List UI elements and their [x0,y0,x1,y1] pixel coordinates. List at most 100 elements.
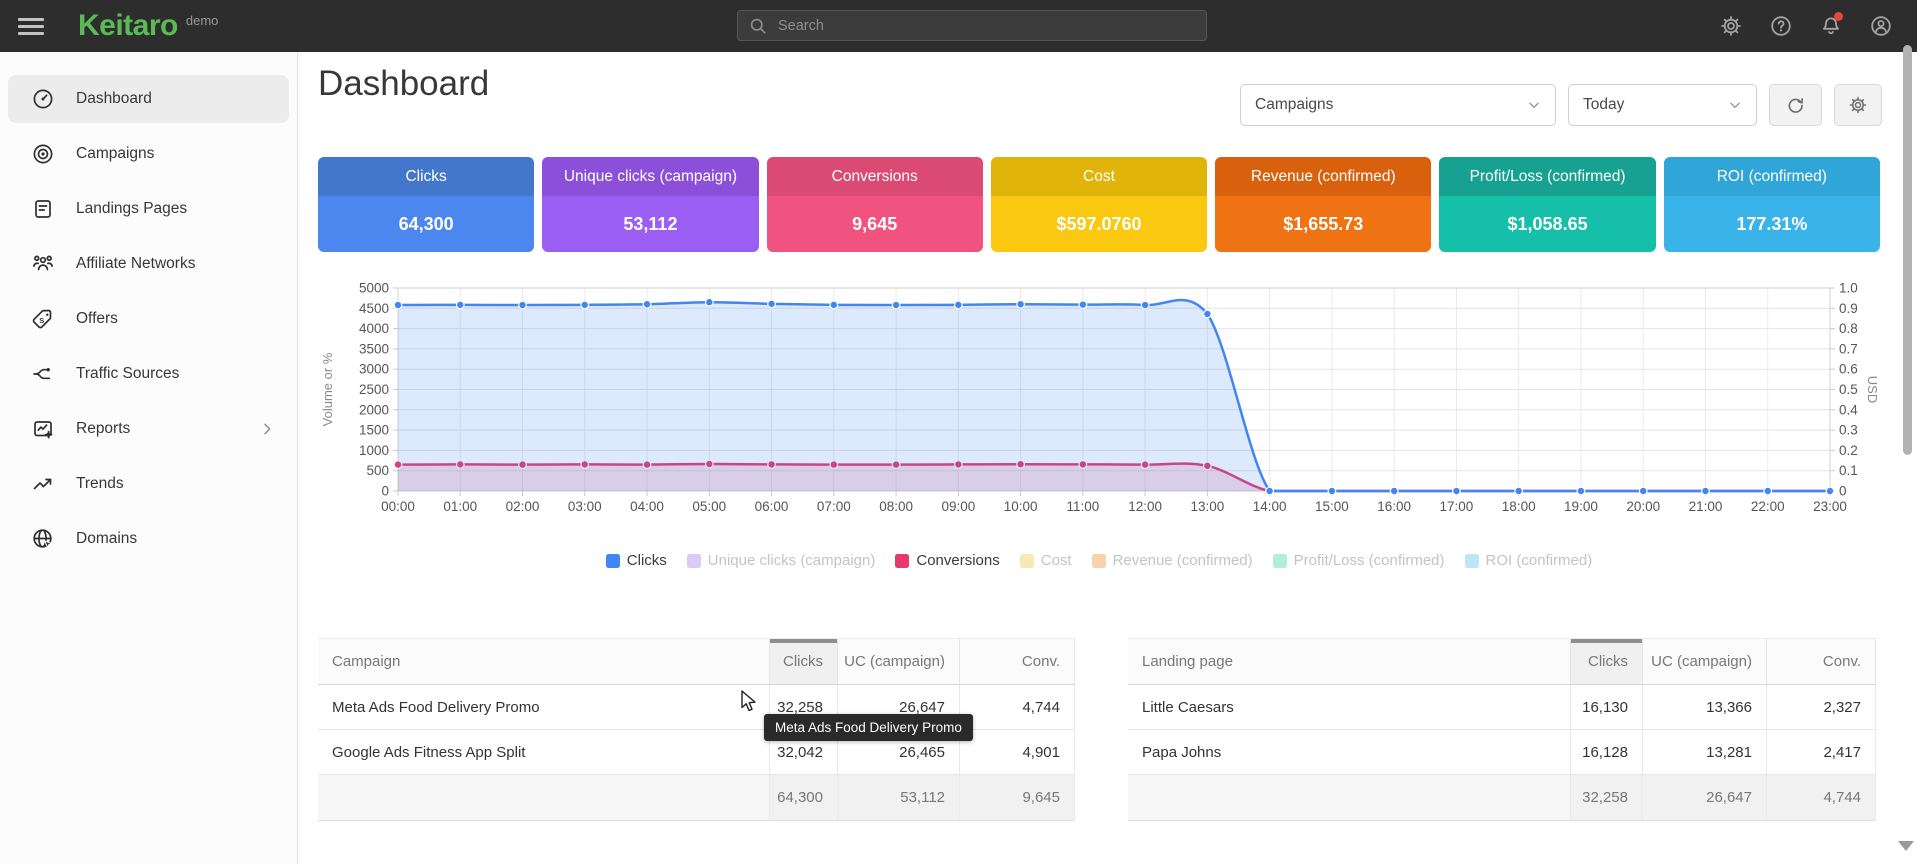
search-input[interactable] [778,18,1196,34]
user-avatar-icon[interactable] [1869,14,1893,38]
column-header-clicks[interactable]: Clicks [770,639,838,685]
totals-cell: 64,300 [770,775,838,821]
stat-card-label: Profit/Loss (confirmed) [1439,157,1655,196]
svg-text:0.6: 0.6 [1839,362,1858,377]
svg-text:1500: 1500 [359,423,389,438]
legend-label: Cost [1041,552,1072,569]
totals-cell: 9,645 [960,775,1075,821]
column-header-conv[interactable]: Conv. [1767,639,1876,685]
help-icon[interactable] [1769,14,1793,38]
legend-item-cost[interactable]: Cost [1020,552,1072,569]
global-search[interactable] [737,10,1207,41]
offers-icon: S [31,307,55,331]
table-row[interactable]: Little Caesars16,13013,3662,327 [1128,685,1876,730]
svg-text:0.5: 0.5 [1839,382,1858,397]
svg-text:USD: USD [1865,376,1880,403]
stat-card-revenue-confirmed[interactable]: Revenue (confirmed)$1,655.73 [1215,157,1431,252]
sidebar-item-landings-pages[interactable]: Landings Pages [8,185,289,233]
stat-card-conversions[interactable]: Conversions9,645 [767,157,983,252]
stat-card-value: $597.0760 [991,196,1207,252]
refresh-icon [1785,95,1806,116]
row-name-cell[interactable]: Little Caesars [1128,685,1571,730]
column-header-conv[interactable]: Conv. [960,639,1075,685]
column-header-uc-campaign[interactable]: UC (campaign) [1643,639,1767,685]
legend-item-clicks[interactable]: Clicks [606,552,667,569]
legend-label: Unique clicks (campaign) [708,552,876,569]
brand-badge: demo [186,13,219,28]
totals-cell [1128,775,1571,821]
legend-label: Conversions [916,552,999,569]
stat-card-value: 9,645 [767,196,983,252]
svg-text:00:00: 00:00 [381,499,415,514]
menu-toggle-icon[interactable] [18,14,44,39]
svg-text:11:00: 11:00 [1066,499,1099,514]
notifications-bell-icon[interactable] [1819,14,1843,38]
date-range-select[interactable]: Today [1568,84,1757,126]
stat-card-profit-loss-confirmed[interactable]: Profit/Loss (confirmed)$1,058.65 [1439,157,1655,252]
svg-text:09:00: 09:00 [941,499,975,514]
legend-item-revenue-confirmed[interactable]: Revenue (confirmed) [1092,552,1253,569]
stat-cards: Clicks64,300Unique clicks (campaign)53,1… [318,157,1880,252]
sidebar-item-affiliate-networks[interactable]: Affiliate Networks [8,240,289,288]
brand-logo[interactable]: Keitaro [78,9,178,43]
scope-select[interactable]: Campaigns [1240,84,1556,126]
row-value-cell: 4,901 [960,730,1075,775]
refresh-button[interactable] [1769,84,1822,126]
scrollbar-down-arrow[interactable] [1898,841,1914,851]
legend-item-profit-loss-confirmed[interactable]: Profit/Loss (confirmed) [1273,552,1445,569]
row-name-cell[interactable]: Google Ads Fitness App Split [318,730,770,775]
svg-text:02:00: 02:00 [506,499,540,514]
svg-text:4000: 4000 [359,321,389,336]
stat-card-clicks[interactable]: Clicks64,300 [318,157,534,252]
column-header-landing-page[interactable]: Landing page [1128,639,1571,685]
landing-pages-table: Landing pageClicksUC (campaign)Conv.Litt… [1128,638,1876,821]
row-value-cell: 4,744 [960,685,1075,730]
svg-text:20:00: 20:00 [1626,499,1660,514]
trends-icon [31,472,55,496]
totals-cell: 4,744 [1767,775,1876,821]
sidebar-item-traffic-sources[interactable]: Traffic Sources [8,350,289,398]
svg-text:21:00: 21:00 [1689,499,1723,514]
settings-icon[interactable] [1719,14,1743,38]
column-header-campaign[interactable]: Campaign [318,639,770,685]
svg-text:14:00: 14:00 [1253,499,1287,514]
column-header-clicks[interactable]: Clicks [1571,639,1643,685]
legend-label: Profit/Loss (confirmed) [1294,552,1445,569]
svg-text:2000: 2000 [359,402,389,417]
navbar-actions [1719,14,1893,38]
sidebar-item-offers[interactable]: SOffers [8,295,289,343]
sidebar-item-trends[interactable]: Trends [8,460,289,508]
stat-card-label: ROI (confirmed) [1664,157,1880,196]
table-row[interactable]: Papa Johns16,12813,2812,417 [1128,730,1876,775]
chevron-down-icon [1728,98,1742,112]
sidebar-item-domains[interactable]: Domains [8,515,289,563]
stat-card-cost[interactable]: Cost$597.0760 [991,157,1207,252]
dashboard-controls: Campaigns Today [1240,84,1882,126]
row-value-cell: 2,417 [1767,730,1876,775]
svg-text:3000: 3000 [359,362,389,377]
legend-swatch [1020,554,1034,568]
row-name-cell[interactable]: Papa Johns [1128,730,1571,775]
sidebar-item-campaigns[interactable]: Campaigns [8,130,289,178]
dashboard-settings-button[interactable] [1834,84,1882,126]
stat-card-unique-clicks-campaign[interactable]: Unique clicks (campaign)53,112 [542,157,758,252]
svg-text:06:00: 06:00 [755,499,789,514]
scrollbar-thumb[interactable] [1903,45,1912,455]
stat-card-roi-confirmed[interactable]: ROI (confirmed)177.31% [1664,157,1880,252]
row-name-cell[interactable]: Meta Ads Food Delivery Promo [318,685,770,730]
svg-text:4500: 4500 [359,301,389,316]
row-value-cell: 2,327 [1767,685,1876,730]
legend-item-unique-clicks-campaign[interactable]: Unique clicks (campaign) [687,552,876,569]
totals-cell: 32,258 [1571,775,1643,821]
legend-item-conversions[interactable]: Conversions [895,552,999,569]
sidebar-item-reports[interactable]: Reports [8,405,289,453]
sidebar-item-dashboard[interactable]: Dashboard [8,75,289,123]
column-header-uc-campaign[interactable]: UC (campaign) [838,639,960,685]
stat-card-value: $1,655.73 [1215,196,1431,252]
legend-label: Revenue (confirmed) [1113,552,1253,569]
svg-text:08:00: 08:00 [879,499,913,514]
svg-text:S: S [39,316,44,325]
legend-item-roi-confirmed[interactable]: ROI (confirmed) [1465,552,1593,569]
sidebar-item-label: Dashboard [76,90,152,108]
stat-card-label: Cost [991,157,1207,196]
